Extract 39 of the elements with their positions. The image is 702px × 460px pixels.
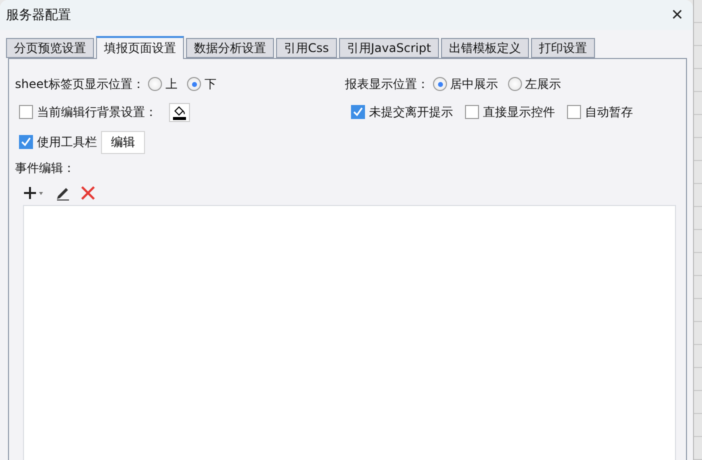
field-label: sheet标签页显示位置： [15,76,144,92]
radio-button[interactable] [148,77,162,91]
radio-button[interactable] [187,77,202,91]
option-label: 上 [165,76,178,92]
option-label: 居中展示 [450,76,498,92]
plus-icon [23,186,45,200]
edit-icon-button[interactable] [55,185,71,201]
checkbox[interactable] [19,105,33,119]
checkbox[interactable] [465,105,479,119]
checkbox[interactable] [19,135,33,149]
fill-color-button[interactable] [169,102,190,122]
radio-button[interactable] [508,77,522,91]
checkbox[interactable] [351,105,365,119]
delete-button[interactable] [81,186,95,200]
tab[interactable]: 打印设置 [531,38,596,58]
tab[interactable]: 数据分析设置 [186,38,274,58]
tab[interactable]: 出错模板定义 [441,38,530,58]
add-button[interactable] [23,186,45,200]
tab[interactable]: 引用Css [276,38,337,58]
field-label: 报表显示位置： [345,76,429,92]
paint-bucket-icon [172,104,187,120]
radio-button[interactable] [433,77,447,91]
tab[interactable]: 引用JavaScript [338,38,440,58]
checkbox-label: 当前编辑行背景设置： [37,104,157,120]
tab[interactable]: 填报页面设置 [96,36,184,59]
window-title: 服务器配置 [6,7,71,24]
checkbox-label: 自动暂存 [585,104,633,120]
checkbox[interactable] [567,105,581,119]
tab[interactable]: 分页预览设置 [6,38,94,58]
close-button[interactable]: × [667,5,687,25]
close-icon [81,186,95,200]
checkbox-label: 直接显示控件 [483,104,555,120]
option-label: 左展示 [525,76,561,92]
section-label: 事件编辑： [15,160,75,176]
option-label: 下 [204,76,216,92]
pencil-icon [55,185,71,201]
checkbox-label: 使用工具栏 [37,134,97,150]
checkbox-label: 未提交离开提示 [369,104,453,120]
edit-button[interactable]: 编辑 [101,130,145,154]
